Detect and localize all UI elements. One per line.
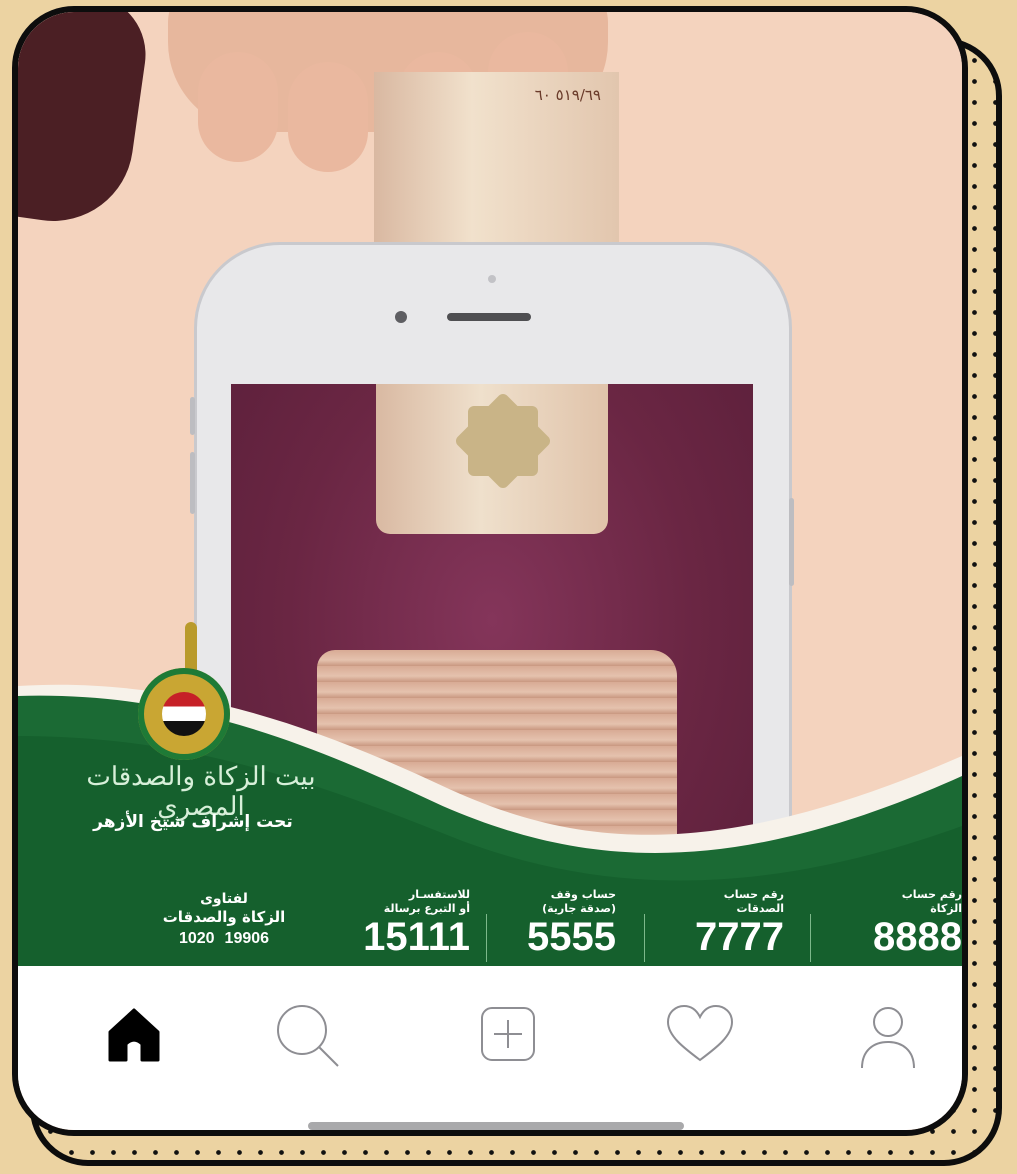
inquiry-number-value: 15111 xyxy=(363,915,470,959)
zakat-account: رقم حساب الزكاة 8888 xyxy=(832,888,962,958)
tab-home[interactable] xyxy=(102,1002,166,1066)
waqf-caption: (صدقة جارية) xyxy=(542,902,616,915)
organization-logo xyxy=(138,668,230,760)
inquiry-number: للاستفسـار أو التبرع برسالة 15111 xyxy=(330,888,470,958)
sleeve-shape xyxy=(18,12,154,232)
phone-side-button xyxy=(190,452,195,514)
waqf-account: حساب وقف (صدقة جارية) 5555 xyxy=(504,888,616,958)
sadaqat-caption: رقم حساب xyxy=(723,888,784,901)
home-icon xyxy=(108,1008,160,1062)
sadaqat-account: رقم حساب الصدقات 7777 xyxy=(658,888,784,958)
fatwa-subtitle: الزكاة والصدقات xyxy=(162,908,286,926)
inquiry-caption: أو التبرع برسالة xyxy=(383,902,470,915)
phone-side-button xyxy=(789,498,794,586)
banknote-in-screen xyxy=(376,384,608,534)
app-screen: ٥١٩/٦٩ ٦٠ بيت الزكاة والصدقات المصري تحت… xyxy=(12,6,968,1136)
search-icon xyxy=(277,1005,339,1067)
phone-speaker xyxy=(447,313,531,321)
fatwa-title: لفتاوى xyxy=(200,891,248,907)
inquiry-caption: للاستفسـار xyxy=(408,888,470,901)
phone-sensor xyxy=(488,275,496,283)
waqf-number-value: 5555 xyxy=(527,915,616,959)
fatwa-info: لفتاوى الزكاة والصدقات 1020 19906 xyxy=(144,890,304,948)
divider xyxy=(644,914,645,962)
heart-icon xyxy=(666,1004,734,1062)
fatwa-number: 1020 xyxy=(178,930,215,947)
organization-subtitle: تحت إشراف شيخ الأزهر xyxy=(93,812,293,832)
tab-search[interactable] xyxy=(274,1002,339,1067)
phone-side-button xyxy=(190,397,195,435)
waqf-caption: حساب وقف xyxy=(550,888,616,901)
banknote-serial: ٥١٩/٦٩ ٦٠ xyxy=(534,86,601,104)
home-indicator[interactable] xyxy=(308,1122,684,1130)
bottom-tab-bar xyxy=(18,966,962,1130)
tab-create[interactable] xyxy=(476,1002,540,1066)
zakat-caption: الزكاة xyxy=(930,902,962,915)
sadaqat-number-value: 7777 xyxy=(695,915,784,959)
tab-activity[interactable] xyxy=(664,1002,736,1066)
zakat-number-value: 8888 xyxy=(873,915,962,959)
finger-shape xyxy=(288,62,368,172)
tab-profile[interactable] xyxy=(856,1002,920,1069)
egypt-flag-icon xyxy=(162,692,206,736)
banknote-star-seal xyxy=(453,391,553,491)
phone-camera xyxy=(395,311,407,323)
divider xyxy=(486,914,487,962)
divider xyxy=(810,914,811,962)
person-icon xyxy=(861,1007,915,1069)
add-square-icon xyxy=(481,1007,535,1061)
post-image[interactable]: ٥١٩/٦٩ ٦٠ بيت الزكاة والصدقات المصري تحت… xyxy=(18,12,962,966)
sadaqat-caption: الصدقات xyxy=(736,902,784,915)
finger-shape xyxy=(198,52,278,162)
fatwa-number: 19906 xyxy=(224,930,270,947)
zakat-caption: رقم حساب xyxy=(901,888,962,901)
